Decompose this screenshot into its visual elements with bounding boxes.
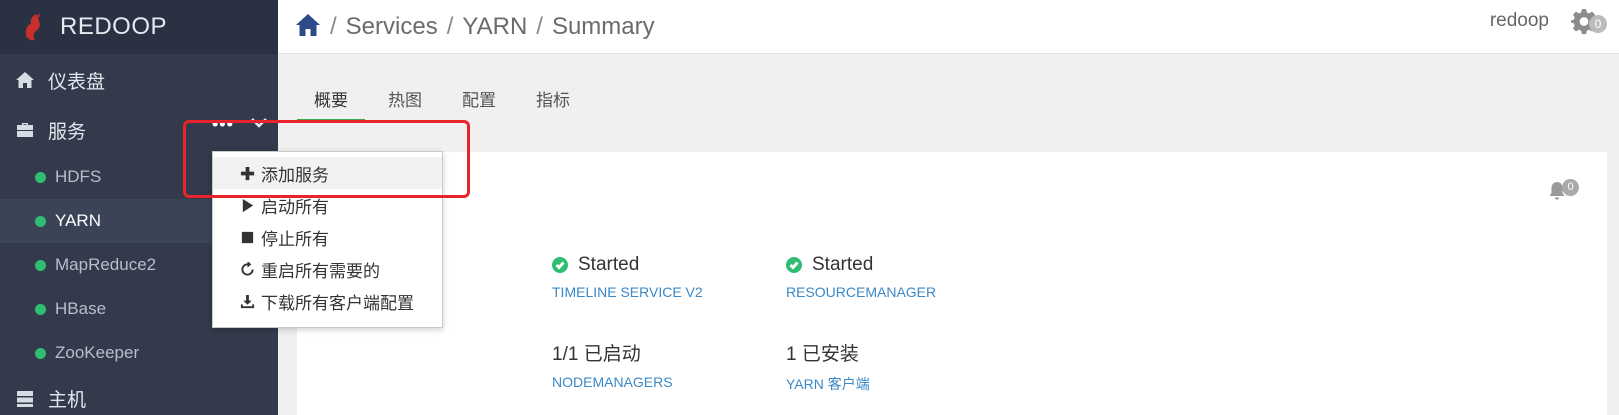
yarn-clients-link[interactable]: YARN 客户端 (786, 374, 870, 394)
brand[interactable]: REDOOP (0, 0, 278, 54)
resourcemanager-link[interactable]: RESOURCEMANAGER (786, 284, 936, 300)
alerts[interactable]: 0 (1548, 178, 1579, 201)
sidebar-item-zookeeper[interactable]: ZooKeeper (0, 331, 278, 375)
status-text: Started (812, 254, 874, 275)
tab-metrics[interactable]: 指标 (519, 86, 587, 122)
breadcrumb-yarn[interactable]: YARN (462, 13, 527, 41)
sidebar-item-dashboard[interactable]: 仪表盘 (0, 55, 278, 105)
yarn-clients-value: 1 已安装 (786, 344, 859, 365)
breadcrumb-separator: / (536, 12, 543, 40)
home-icon[interactable] (295, 13, 321, 38)
breadcrumb: / Services / YARN / Summary (278, 13, 655, 41)
breadcrumb-summary: Summary (551, 12, 655, 40)
sidebar-item-label: 仪表盘 (48, 71, 106, 93)
user-menu[interactable]: redoop (1490, 10, 1549, 32)
status-dot (35, 215, 46, 227)
tab-heatmaps[interactable]: 热图 (371, 86, 439, 122)
service-label: YARN (55, 211, 101, 230)
annotation-highlight-box (183, 120, 470, 198)
menu-item-label: 重启所有需要的 (261, 261, 380, 281)
timeline-service-link[interactable]: TIMELINE SERVICE V2 (552, 284, 703, 300)
service-label: ZooKeeper (55, 343, 140, 362)
timeline-service-summary: Started TIMELINE SERVICE V2 (552, 254, 703, 300)
check-circle-icon (786, 257, 802, 273)
restart-required-menu-item[interactable]: 重启所有需要的 (213, 253, 442, 285)
breadcrumb-separator: / (330, 12, 337, 40)
tab-summary[interactable]: 概要 (297, 86, 365, 122)
status-dot (35, 347, 46, 359)
resourcemanager-summary: Started RESOURCEMANAGER (786, 254, 936, 300)
tab-configs[interactable]: 配置 (445, 86, 513, 122)
redoop-logo-icon (22, 12, 44, 42)
home-icon (14, 69, 36, 91)
breadcrumb-services[interactable]: Services (346, 13, 438, 41)
service-label: MapReduce2 (55, 255, 157, 274)
gear-icon[interactable]: 0 (1571, 8, 1607, 36)
brand-name: REDOOP (60, 13, 168, 40)
check-circle-icon (552, 257, 568, 273)
status-dot (35, 259, 46, 271)
service-label: HDFS (55, 167, 102, 186)
status-dot (35, 303, 46, 315)
topbar: / Services / YARN / Summary redoop 0 (278, 0, 1619, 54)
stop-all-menu-item[interactable]: 停止所有 (213, 221, 442, 253)
summary-panel: 0 Started TIMELINE SERVICE V2 Started RE… (297, 152, 1607, 415)
menu-item-label: 下载所有客户端配置 (261, 293, 414, 313)
briefcase-icon (14, 119, 36, 141)
settings-badge: 0 (1589, 15, 1607, 33)
play-icon (239, 197, 255, 213)
stop-icon (239, 229, 255, 245)
breadcrumb-separator: / (446, 12, 454, 40)
sidebar-item-label: 服务 (48, 121, 87, 143)
sidebar-item-label: 主机 (48, 389, 87, 411)
service-label: HBase (55, 299, 107, 318)
download-icon (239, 293, 255, 309)
yarn-clients-summary: 1 已安装 YARN 客户端 (786, 339, 870, 394)
tab-bar: 概要 热图 配置 指标 (297, 86, 593, 122)
download-client-configs-menu-item[interactable]: 下载所有客户端配置 (213, 285, 442, 317)
menu-item-label: 停止所有 (261, 229, 329, 249)
alerts-badge: 0 (1562, 178, 1579, 196)
nodemanagers-link[interactable]: NODEMANAGERS (552, 374, 673, 390)
refresh-icon (239, 261, 255, 277)
nodemanagers-value: 1/1 已启动 (552, 344, 641, 365)
nodemanagers-summary: 1/1 已启动 NODEMANAGERS (552, 339, 673, 390)
status-dot (35, 171, 46, 183)
server-icon (14, 387, 36, 409)
status-text: Started (578, 254, 640, 275)
sidebar-item-hosts[interactable]: 主机 (0, 375, 278, 415)
